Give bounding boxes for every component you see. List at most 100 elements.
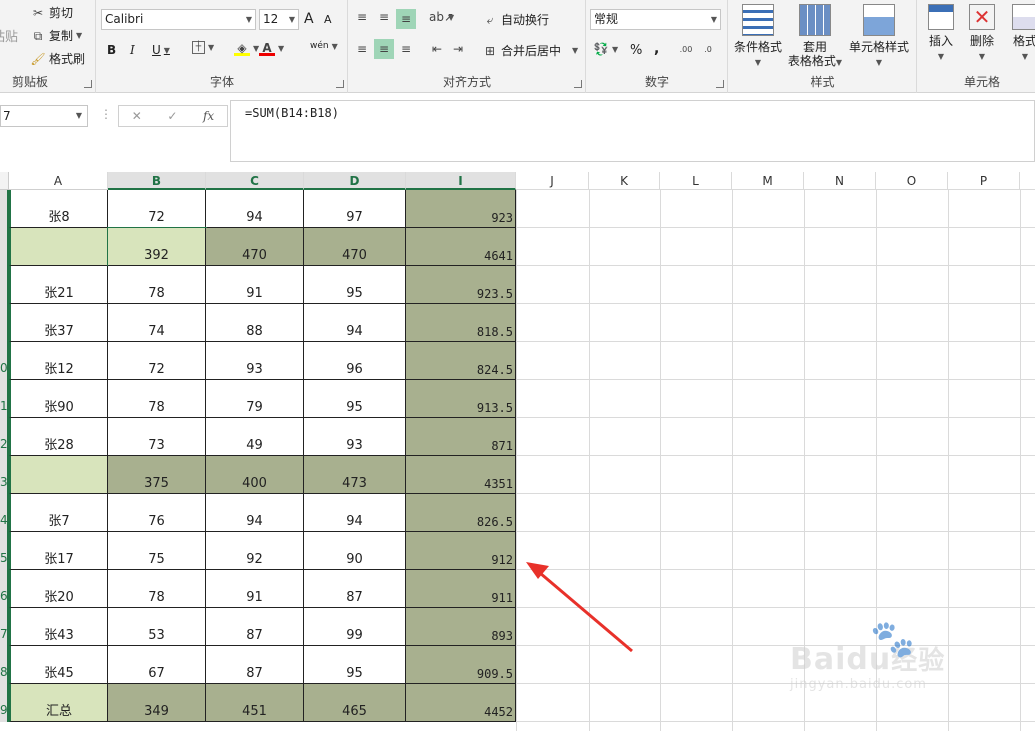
cell-b[interactable]: 72 <box>108 190 206 228</box>
delete-button[interactable]: ✕ 删除 ▼ <box>963 4 1001 64</box>
cell-d[interactable]: 95 <box>304 380 406 418</box>
column-header-i[interactable]: I <box>406 172 516 190</box>
cell-c[interactable]: 79 <box>206 380 304 418</box>
row-header[interactable] <box>0 190 9 228</box>
row-header[interactable]: 8 <box>0 646 9 684</box>
grow-font-button[interactable]: A <box>304 11 314 27</box>
cell-name[interactable] <box>9 456 108 494</box>
row-header[interactable] <box>0 266 9 304</box>
cell-c[interactable]: 88 <box>206 304 304 342</box>
row-header[interactable]: 4 <box>0 494 9 532</box>
copy-button[interactable]: ⧉ 复制 ▼ <box>30 27 82 44</box>
cell-i[interactable]: 911 <box>406 570 516 608</box>
cell-b[interactable]: 392 <box>107 227 207 267</box>
cell-c[interactable]: 93 <box>206 342 304 380</box>
row-header[interactable] <box>0 228 9 266</box>
cell-i[interactable]: 912 <box>406 532 516 570</box>
format-painter-button[interactable]: 🖌 格式刷 <box>30 50 85 67</box>
enter-check-icon[interactable]: ✓ <box>167 109 177 123</box>
cell-b[interactable]: 78 <box>108 380 206 418</box>
cell-name[interactable]: 张12 <box>9 342 108 380</box>
insert-button[interactable]: 插入 ▼ <box>922 4 960 64</box>
cell-c[interactable]: 91 <box>206 266 304 304</box>
cell-styles-button[interactable]: 单元格样式 ▼ <box>847 4 911 70</box>
cell-d[interactable]: 87 <box>304 570 406 608</box>
cell-i[interactable]: 923 <box>406 190 516 228</box>
cell-name[interactable]: 张20 <box>9 570 108 608</box>
cell-d[interactable]: 465 <box>304 684 406 722</box>
row-header[interactable]: 7 <box>0 608 9 646</box>
border-button[interactable]: ┼ ▼ <box>192 41 214 54</box>
row-header[interactable]: 1 <box>0 380 9 418</box>
align-middle-button[interactable]: ≡ <box>376 9 392 25</box>
cut-button[interactable]: ✂ 剪切 <box>30 4 73 21</box>
cell-d[interactable]: 473 <box>304 456 406 494</box>
phonetic-button[interactable]: wén ▼ <box>310 41 338 51</box>
paste-button[interactable]: 粘贴 <box>0 26 18 45</box>
cell-c[interactable]: 451 <box>206 684 304 722</box>
cell-c[interactable]: 94 <box>206 190 304 228</box>
fill-color-button[interactable]: ◈ ▼ <box>234 40 259 56</box>
cell-d[interactable]: 95 <box>304 646 406 684</box>
increase-indent-button[interactable]: ⇥ <box>450 41 466 57</box>
cell-b[interactable]: 53 <box>108 608 206 646</box>
cell-b[interactable]: 73 <box>108 418 206 456</box>
cell-b[interactable]: 78 <box>108 570 206 608</box>
cell-name[interactable]: 张7 <box>9 494 108 532</box>
cell-d[interactable]: 94 <box>304 494 406 532</box>
font-name-combo[interactable]: Calibri ▼ <box>101 9 256 30</box>
column-header-c[interactable]: C <box>206 172 304 190</box>
column-header-a[interactable]: A <box>9 172 108 190</box>
accounting-format-button[interactable]: 💱 ▼ <box>593 41 619 57</box>
underline-button[interactable]: U ▼ <box>152 43 170 57</box>
font-color-button[interactable]: A ▼ <box>259 40 284 56</box>
merge-center-button[interactable]: ⊞ 合并后居中 ▼ <box>482 42 578 59</box>
cell-i[interactable]: 4351 <box>406 456 516 494</box>
column-header-b[interactable]: B <box>108 172 206 190</box>
font-size-combo[interactable]: 12 ▼ <box>259 9 299 30</box>
cell-name[interactable]: 张17 <box>9 532 108 570</box>
cell-c[interactable]: 49 <box>206 418 304 456</box>
cell-c[interactable]: 87 <box>206 608 304 646</box>
cell-i[interactable]: 826.5 <box>406 494 516 532</box>
decrease-decimal-button[interactable]: .0 <box>700 42 716 58</box>
number-format-combo[interactable]: 常规 ▼ <box>590 9 721 30</box>
cell-name[interactable]: 张37 <box>9 304 108 342</box>
column-header-n[interactable]: N <box>804 172 876 190</box>
cell-i[interactable]: 913.5 <box>406 380 516 418</box>
italic-button[interactable]: I <box>130 43 135 57</box>
wrap-text-button[interactable]: ⤶ 自动换行 <box>482 11 549 28</box>
cell-name[interactable]: 张45 <box>9 646 108 684</box>
align-left-button[interactable]: ≡ <box>354 41 370 57</box>
cancel-icon[interactable]: ✕ <box>132 109 142 123</box>
cell-c[interactable]: 91 <box>206 570 304 608</box>
cell-c[interactable]: 92 <box>206 532 304 570</box>
column-header-m[interactable]: M <box>732 172 804 190</box>
cell-c[interactable]: 400 <box>206 456 304 494</box>
cell-c[interactable]: 470 <box>206 228 304 266</box>
align-top-button[interactable]: ≡ <box>354 9 370 25</box>
align-center-button[interactable]: ≡ <box>374 39 394 59</box>
cell-b[interactable]: 76 <box>108 494 206 532</box>
cell-name[interactable]: 张21 <box>9 266 108 304</box>
cell-name[interactable]: 张8 <box>9 190 108 228</box>
cell-name[interactable]: 张90 <box>9 380 108 418</box>
insert-function-icon[interactable]: fx <box>203 109 214 123</box>
cell-name[interactable] <box>9 228 108 266</box>
row-header[interactable]: 6 <box>0 570 9 608</box>
select-all-corner[interactable] <box>0 172 9 190</box>
column-header-k[interactable]: K <box>589 172 660 190</box>
format-cells-button[interactable]: 格式 ▼ <box>1006 4 1035 64</box>
cell-d[interactable]: 90 <box>304 532 406 570</box>
cell-i[interactable]: 4452 <box>406 684 516 722</box>
cell-i[interactable]: 923.5 <box>406 266 516 304</box>
cell-i[interactable]: 893 <box>406 608 516 646</box>
column-header-p[interactable]: P <box>948 172 1020 190</box>
cell-c[interactable]: 87 <box>206 646 304 684</box>
clipboard-launcher-icon[interactable] <box>84 80 92 88</box>
row-header[interactable]: 5 <box>0 532 9 570</box>
increase-decimal-button[interactable]: .00 <box>678 42 694 58</box>
cell-name[interactable]: 汇总 <box>9 684 108 722</box>
cell-i[interactable]: 871 <box>406 418 516 456</box>
cell-d[interactable]: 96 <box>304 342 406 380</box>
